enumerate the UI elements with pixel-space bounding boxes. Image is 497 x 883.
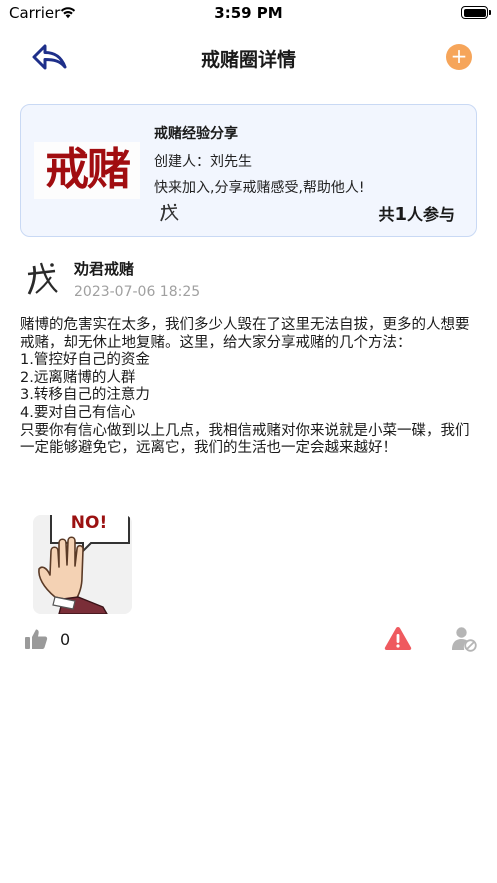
author-avatar[interactable]: [24, 258, 60, 298]
block-user-icon: [452, 627, 477, 652]
post-body: 赌博的危害实在太多，我们多少人毁在了这里无法自拔，更多的人想要戒赌，却无休止地复…: [20, 317, 470, 457]
status-bar: Carrier 3:59 PM: [0, 0, 497, 26]
circle-logo: 戒赌: [34, 142, 140, 199]
battery-icon: [461, 6, 491, 19]
stop-hand-image: NO!: [33, 515, 132, 614]
like-count: 0: [60, 630, 71, 649]
plus-icon: +: [450, 44, 468, 68]
circle-card[interactable]: 戒赌 戒赌经验分享 创建人：刘先生 快来加入,分享戒赌感受,帮助他人! 共1人参…: [20, 104, 477, 237]
clock: 3:59 PM: [214, 4, 283, 22]
page-title: 戒赌圈详情: [200, 49, 296, 71]
thumbs-up-icon: [25, 629, 48, 649]
circle-logo-text: 戒赌: [45, 144, 131, 195]
calligraphy-avatar-icon: [27, 262, 58, 295]
post-author[interactable]: 劝君戒赌: [74, 258, 134, 279]
member-count-suffix: 人参与: [406, 205, 455, 224]
member-count-prefix: 共: [378, 205, 395, 224]
post-image[interactable]: NO!: [33, 515, 132, 614]
post-timestamp: 2023-07-06 18:25: [74, 284, 201, 300]
sign-text: NO!: [71, 515, 107, 533]
report-button[interactable]: [384, 626, 412, 651]
screen: Carrier 3:59 PM 戒赌圈详情 + 戒赌 戒赌经验分享 创建人：刘先…: [0, 0, 497, 883]
circle-creator: 创建人：刘先生: [154, 154, 252, 170]
like-button[interactable]: [24, 628, 48, 650]
circle-name: 戒赌经验分享: [154, 126, 238, 142]
circle-description: 快来加入,分享戒赌感受,帮助他人!: [154, 180, 365, 196]
nav-bar: 戒赌圈详情 +: [0, 26, 497, 90]
member-count-number: 1: [394, 204, 407, 225]
member-count: 共1人参与: [378, 201, 455, 225]
add-button[interactable]: +: [446, 44, 472, 70]
block-user-button[interactable]: [451, 626, 477, 652]
warning-icon: [384, 627, 412, 650]
member-avatar[interactable]: [158, 201, 180, 223]
calligraphy-avatar-icon: [160, 203, 179, 222]
